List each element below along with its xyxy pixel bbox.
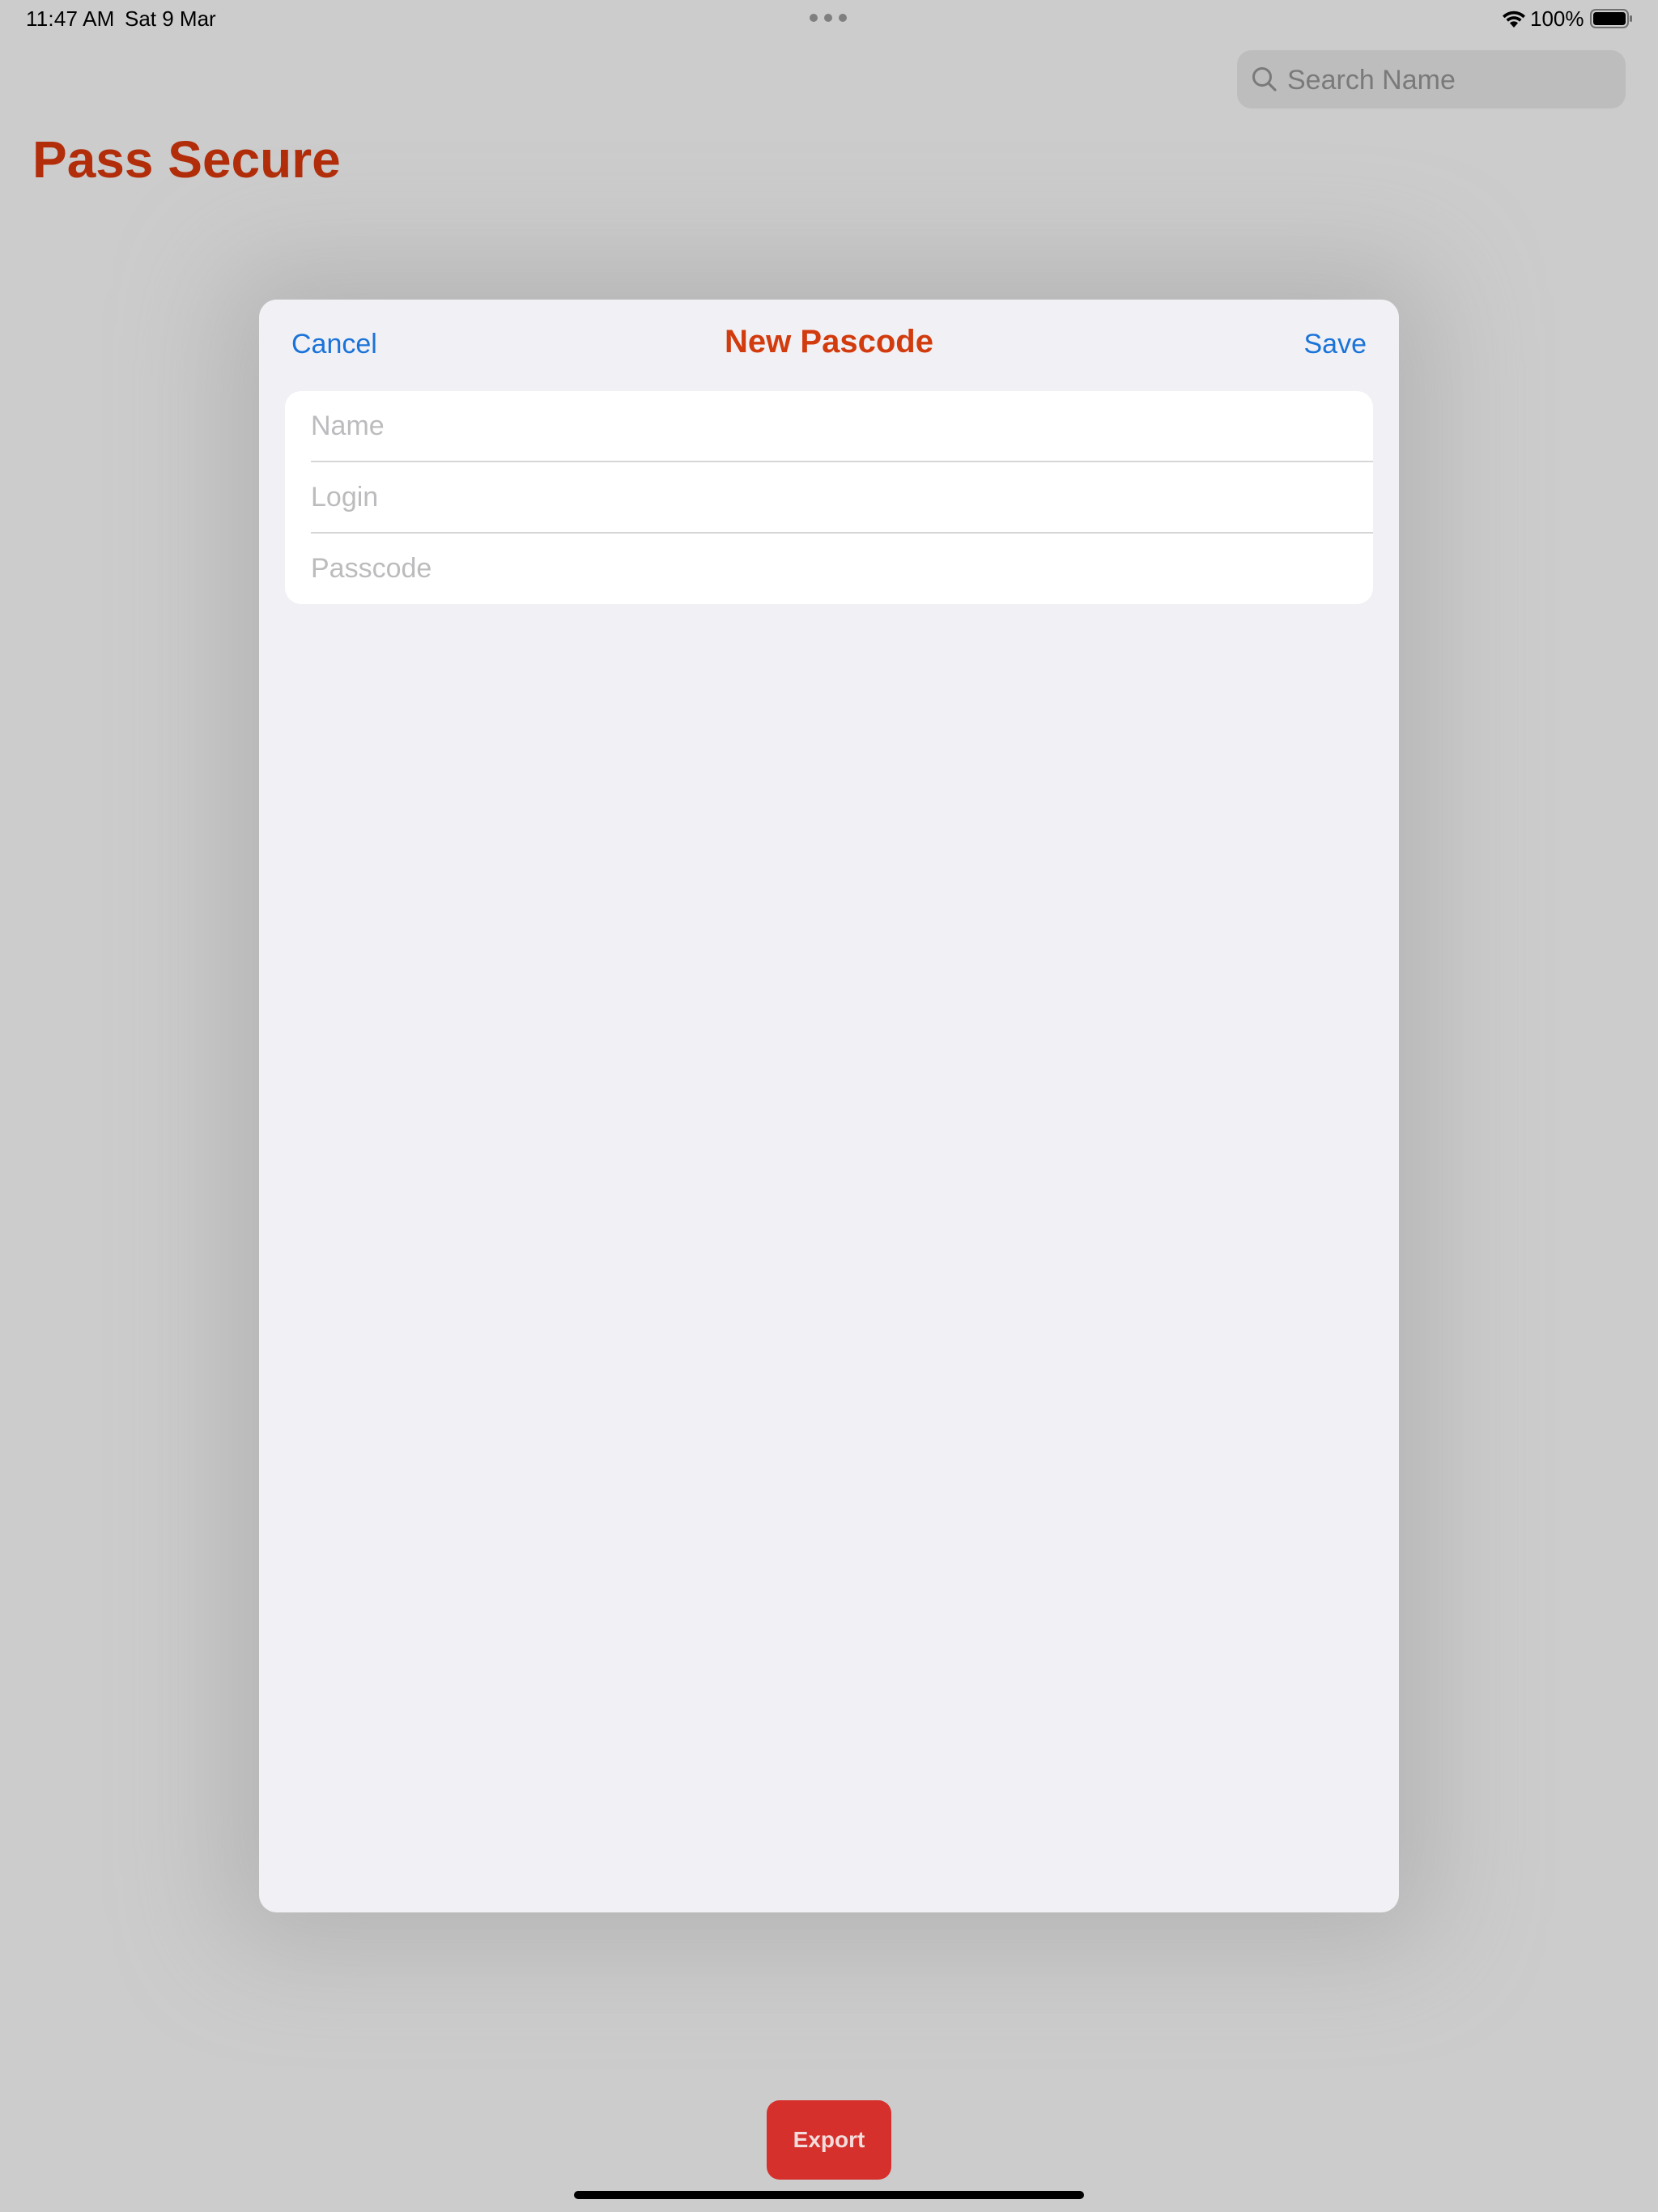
status-bar: 11:47 AM Sat 9 Mar 100% xyxy=(0,0,1658,39)
new-passcode-sheet: Cancel New Pascode Save Name Login Passc… xyxy=(259,300,1399,1912)
search-placeholder: Search Name xyxy=(1287,65,1456,96)
status-time: 11:47 AM xyxy=(26,6,115,31)
export-button[interactable]: Export xyxy=(767,2100,891,2180)
login-field-placeholder: Login xyxy=(311,482,379,513)
home-indicator[interactable] xyxy=(574,2191,1084,2199)
passcode-field-placeholder: Passcode xyxy=(311,553,432,584)
name-field[interactable]: Name xyxy=(285,391,1373,462)
modal-title: New Pascode xyxy=(725,324,933,359)
login-field[interactable]: Login xyxy=(285,462,1373,533)
status-date: Sat 9 Mar xyxy=(125,6,216,31)
search-icon xyxy=(1252,67,1277,91)
battery-icon xyxy=(1590,9,1632,28)
battery-percentage: 100% xyxy=(1530,6,1584,31)
wifi-icon xyxy=(1503,11,1525,28)
passcode-form: Name Login Passcode xyxy=(285,391,1373,604)
search-field[interactable]: Search Name xyxy=(1237,50,1626,108)
passcode-field[interactable]: Passcode xyxy=(285,534,1373,604)
app-title: Pass Secure xyxy=(32,130,341,189)
name-field-placeholder: Name xyxy=(311,410,385,441)
multitask-dots-icon[interactable] xyxy=(810,14,847,23)
save-button[interactable]: Save xyxy=(1304,329,1367,360)
